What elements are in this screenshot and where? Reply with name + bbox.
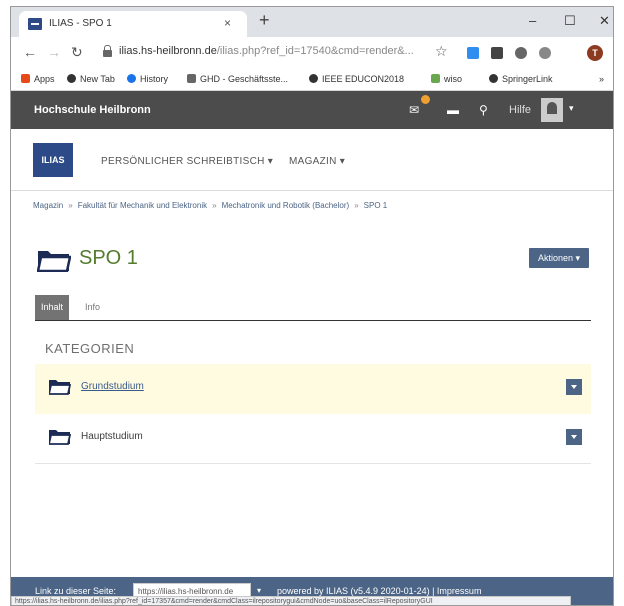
extension-box-icon[interactable] [491,47,503,59]
chrome-icon [309,74,318,83]
url-path: /ilias.php?ref_id=17540&cmd=render&... [216,45,414,57]
reload-icon[interactable]: ↻ [71,44,83,61]
user-avatar-icon[interactable] [541,98,563,122]
bookmark-star-icon[interactable]: ☆ [435,43,448,60]
breadcrumb-separator: » [68,201,73,210]
apps-grid-icon [21,74,30,83]
chevron-down-icon[interactable]: ▾ [257,586,261,595]
address-bar: ← → ↻ ilias.hs-heilbronn.de/ilias.php?re… [11,37,613,69]
ghd-icon [187,74,196,83]
ilias-header: Hochschule Heilbronn ✉ ▬ ⚲ Hilfe ▾ [11,91,613,129]
back-arrow-icon[interactable]: ← [23,44,37,60]
mail-icon[interactable]: ✉ [409,103,419,117]
minimize-button[interactable]: – [529,13,536,28]
bookmark-wiso[interactable]: wiso [431,74,462,84]
chevron-down-icon[interactable]: ▾ [569,103,574,114]
bookmarks-bar: Apps New Tab History GHD - Geschäftsste.… [11,69,613,91]
categories-heading: KATEGORIEN [45,341,135,356]
status-bar-url: https://ilias.hs-heilbronn.de/ilias.php?… [11,596,571,605]
breadcrumb-separator: » [212,201,217,210]
institution-name[interactable]: Hochschule Heilbronn [34,104,151,116]
breadcrumb-item[interactable]: SPO 1 [364,201,388,210]
close-window-button[interactable]: ✕ [599,13,610,29]
folder-icon [49,380,71,395]
tab-close-icon[interactable]: × [224,16,231,30]
breadcrumb-item[interactable]: Magazin [33,201,63,210]
browser-window: ILIAS - SPO 1 × + – ☐ ✕ ← → ↻ ilias.hs-h… [10,6,614,606]
chrome-icon [67,74,76,83]
row-actions-dropdown-icon[interactable] [566,379,582,395]
bookmark-history[interactable]: History [127,74,168,84]
tab-inhalt[interactable]: Inhalt [35,295,70,320]
extension-gear-icon[interactable] [539,47,551,59]
history-icon [127,74,136,83]
help-link[interactable]: Hilfe [509,104,531,116]
lock-icon [103,45,112,57]
maximize-button[interactable]: ☐ [564,13,576,29]
list-item[interactable]: Grundstudium [35,364,591,414]
breadcrumb-separator: » [354,201,359,210]
tab-bar: Inhalt Info [35,295,591,321]
page-title: SPO 1 [79,247,138,269]
row-actions-dropdown-icon[interactable] [566,429,582,445]
bookmark-ieee[interactable]: IEEE EDUCON2018 [309,74,404,84]
tab-title: ILIAS - SPO 1 [49,18,112,29]
browser-tab[interactable]: ILIAS - SPO 1 × [19,11,247,37]
ilias-favicon-icon [28,18,42,30]
extension-calendar-icon[interactable] [467,47,479,59]
main-navigation: ILIAS PERSÖNLICHER SCHREIBTISCH ▾ MAGAZI… [11,129,613,191]
url-field[interactable]: ilias.hs-heilbronn.de/ilias.php?ref_id=1… [103,42,463,64]
bookmarks-more-icon[interactable]: » [599,74,604,84]
actions-button[interactable]: Aktionen ▾ [529,248,589,268]
nav-personal-desktop[interactable]: PERSÖNLICHER SCHREIBTISCH ▾ [101,156,273,167]
springer-icon [489,74,498,83]
permalink-label: Link zu dieser Seite: [35,586,117,596]
bookmark-new-tab[interactable]: New Tab [67,74,115,84]
category-link-hauptstudium[interactable]: Hauptstudium [81,431,143,442]
list-item[interactable]: Hauptstudium [35,414,591,464]
folder-icon [37,251,71,272]
browser-tabstrip: ILIAS - SPO 1 × + – ☐ ✕ [11,7,613,37]
breadcrumb: Magazin » Fakultät für Mechanik und Elektr… [33,201,387,210]
chat-icon[interactable]: ▬ [447,103,459,117]
mail-badge [421,95,430,104]
profile-avatar[interactable]: T [587,45,603,61]
browser-menu-icon[interactable]: ⋮ [608,44,613,61]
url-text: ilias.hs-heilbronn.de/ilias.php?ref_id=1… [119,45,414,57]
wiso-icon [431,74,440,83]
breadcrumb-item[interactable]: Fakultät für Mechanik und Elektronik [78,201,207,210]
folder-icon [49,430,71,445]
powered-by-text[interactable]: powered by ILIAS (v5.4.9 2020-01-24) | I… [277,586,481,596]
new-tab-button[interactable]: + [259,11,270,29]
search-icon[interactable]: ⚲ [479,103,488,117]
forward-arrow-icon[interactable]: → [47,44,61,60]
breadcrumb-item[interactable]: Mechatronik und Robotik (Bachelor) [222,201,350,210]
bookmark-springerlink[interactable]: SpringerLink [489,74,553,84]
tab-info[interactable]: Info [79,295,106,320]
bookmark-apps[interactable]: Apps [21,74,55,84]
ilias-logo[interactable]: ILIAS [33,143,73,177]
extension-puzzle-icon[interactable] [515,47,527,59]
category-link-grundstudium[interactable]: Grundstudium [81,381,144,392]
bookmark-ghd[interactable]: GHD - Geschäftsste... [187,74,288,84]
url-host: ilias.hs-heilbronn.de [119,45,217,57]
nav-magazin[interactable]: MAGAZIN ▾ [289,156,345,167]
